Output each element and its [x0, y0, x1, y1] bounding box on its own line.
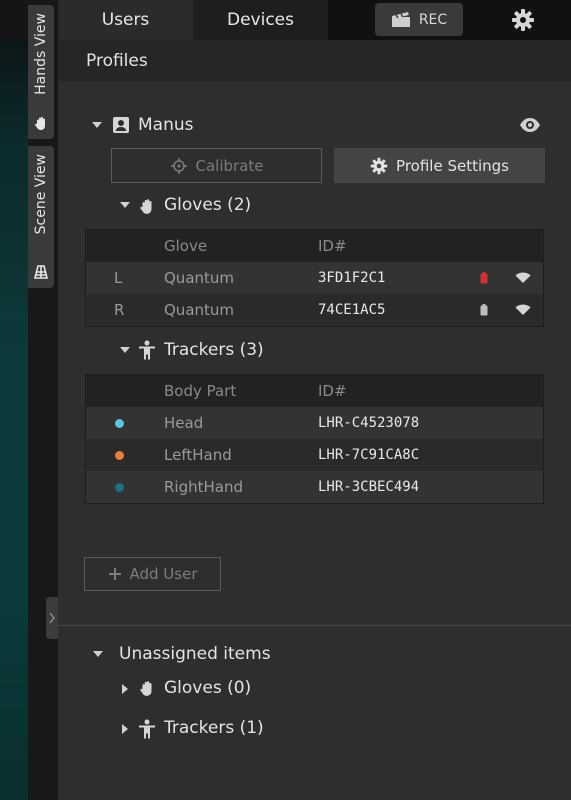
tab-users-label: Users	[101, 10, 150, 30]
tracker-body-part: LeftHand	[164, 446, 232, 464]
glove-icon	[140, 681, 152, 696]
viewport-header	[0, 0, 28, 40]
gloves-table: Glove ID# L Quantum 3FD1F2C1 R Quantum 7…	[85, 229, 544, 327]
tab-devices-label: Devices	[227, 10, 294, 30]
glove-type: Quantum	[164, 301, 235, 319]
gear-icon	[370, 157, 388, 174]
add-user-label: Add User	[129, 565, 198, 583]
gear-icon	[512, 9, 534, 31]
side-tab-strip: Hands View Scene View	[28, 0, 58, 800]
profile-settings-button[interactable]: Profile Settings	[334, 148, 545, 183]
tracker-color-dot	[115, 450, 124, 460]
tab-scene-view-label: Scene View	[33, 154, 49, 235]
wifi-icon	[515, 294, 531, 326]
glove-type: Quantum	[164, 269, 235, 287]
top-bar: Users Devices	[58, 0, 571, 40]
table-header: Glove ID#	[86, 230, 543, 262]
tab-hands-view-label: Hands View	[33, 13, 49, 95]
user-name: Manus	[138, 115, 194, 135]
table-row[interactable]: R Quantum 74CE1AC5	[86, 294, 543, 326]
record-button[interactable]: REC	[375, 3, 463, 36]
tracker-color-dot	[115, 482, 124, 492]
crosshair-icon	[170, 157, 187, 174]
chevron-right-icon	[49, 612, 55, 624]
unassigned-gloves-expand-toggle[interactable]	[122, 684, 128, 694]
id-column-header: ID#	[318, 382, 347, 400]
hand-icon	[35, 117, 45, 130]
glove-id: 74CE1AC5	[318, 302, 386, 318]
tracker-id: LHR-C4523078	[318, 415, 420, 431]
wifi-icon	[515, 262, 531, 294]
tracker-id: LHR-7C91CA8C	[318, 447, 420, 463]
tracker-body-part: Head	[164, 414, 204, 432]
body-figure-icon	[139, 340, 155, 360]
battery-icon	[480, 294, 488, 326]
unassigned-collapse-toggle[interactable]	[93, 651, 103, 657]
table-header: Body Part ID#	[86, 375, 543, 407]
trackers-table: Body Part ID# Head LHR-C4523078 LeftHand…	[85, 374, 544, 504]
user-profile-icon	[113, 117, 129, 133]
tab-devices[interactable]: Devices	[193, 0, 328, 40]
plus-icon	[108, 568, 121, 580]
profiles-header: Profiles	[58, 40, 571, 81]
tracker-color-dot	[115, 418, 124, 428]
tab-users[interactable]: Users	[58, 0, 193, 40]
unassigned-title: Unassigned items	[119, 644, 271, 664]
calibrate-button[interactable]: Calibrate	[111, 148, 322, 183]
profile-settings-label: Profile Settings	[396, 156, 509, 175]
gloves-collapse-toggle[interactable]	[120, 202, 130, 208]
scene-grid-icon	[33, 265, 49, 279]
glove-id: 3FD1F2C1	[318, 270, 386, 286]
body-part-column-header: Body Part	[164, 382, 237, 400]
trackers-title: Trackers (3)	[164, 340, 264, 360]
add-user-button[interactable]: Add User	[84, 557, 221, 591]
user-collapse-toggle[interactable]	[92, 122, 102, 128]
table-row[interactable]: L Quantum 3FD1F2C1	[86, 262, 543, 294]
trackers-collapse-toggle[interactable]	[120, 347, 130, 353]
glove-side: L	[114, 269, 123, 287]
gloves-title: Gloves (2)	[164, 195, 252, 215]
table-row[interactable]: RightHand LHR-3CBEC494	[86, 471, 543, 503]
battery-icon	[480, 262, 488, 294]
clapperboard-icon	[391, 11, 410, 27]
record-label: REC	[418, 11, 448, 28]
collapse-panel-handle[interactable]	[46, 597, 58, 639]
eye-icon[interactable]	[519, 117, 541, 133]
tab-scene-view[interactable]: Scene View	[28, 146, 54, 288]
section-divider	[58, 625, 571, 626]
table-row[interactable]: Head LHR-C4523078	[86, 407, 543, 439]
tab-hands-view[interactable]: Hands View	[28, 5, 54, 139]
unassigned-trackers-title: Trackers (1)	[164, 718, 264, 738]
tracker-id: LHR-3CBEC494	[318, 479, 420, 495]
profiles-title: Profiles	[86, 51, 148, 71]
body-figure-icon	[139, 719, 155, 739]
settings-button[interactable]	[503, 0, 543, 40]
table-row[interactable]: LeftHand LHR-7C91CA8C	[86, 439, 543, 471]
glove-icon	[140, 199, 152, 214]
tracker-body-part: RightHand	[164, 478, 243, 496]
id-column-header: ID#	[318, 237, 347, 255]
glove-column-header: Glove	[164, 237, 208, 255]
glove-side: R	[114, 301, 125, 319]
calibrate-label: Calibrate	[195, 156, 264, 175]
unassigned-trackers-expand-toggle[interactable]	[122, 724, 128, 734]
scene-viewport[interactable]	[0, 0, 28, 800]
unassigned-gloves-title: Gloves (0)	[164, 678, 252, 698]
